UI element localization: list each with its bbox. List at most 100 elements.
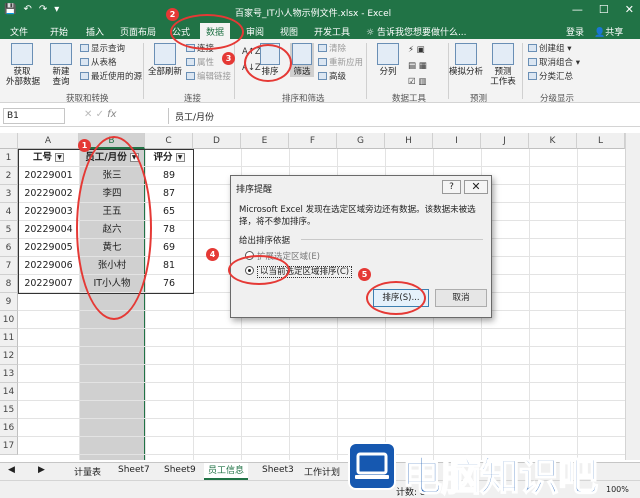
close-window-button[interactable]: ✕: [625, 3, 634, 16]
dialog-close-button[interactable]: ✕: [464, 180, 488, 194]
table-cell[interactable]: 78: [145, 221, 193, 239]
tab-developer[interactable]: 开发工具: [314, 25, 350, 38]
fx-icon[interactable]: ✕ ✓ fx: [84, 109, 117, 120]
sheet-tab[interactable]: Sheet3: [262, 465, 294, 475]
table-header-cell[interactable]: 员工/月份 ▼: [79, 149, 145, 167]
confirm-icon[interactable]: ✓: [96, 109, 108, 120]
row-header[interactable]: 2: [0, 167, 18, 185]
zoom-level[interactable]: 100%: [606, 485, 629, 494]
forecast-sheet-button[interactable]: 预测 工作表: [488, 43, 518, 87]
expand-selection-radio[interactable]: 扩展选定区域(E): [245, 250, 320, 262]
filter-dropdown-icon[interactable]: ▼: [129, 153, 139, 162]
row-header[interactable]: 6: [0, 239, 18, 257]
from-table-button[interactable]: 从表格: [80, 58, 117, 68]
formula-input[interactable]: 员工/月份: [168, 108, 636, 124]
maximize-button[interactable]: ☐: [599, 3, 609, 16]
row-header[interactable]: 9: [0, 293, 18, 311]
table-header-cell[interactable]: 评分 ▼: [145, 149, 193, 167]
login-link[interactable]: 登录: [566, 25, 584, 38]
table-cell[interactable]: 65: [145, 203, 193, 221]
what-if-analysis-button[interactable]: 模拟分析: [448, 43, 484, 77]
undo-icon[interactable]: ↶: [23, 4, 31, 15]
filter-dropdown-icon[interactable]: ▼: [55, 153, 64, 162]
redo-icon[interactable]: ↷: [39, 4, 47, 15]
sort-confirm-button[interactable]: 排序(S)...: [373, 289, 429, 307]
cancel-icon[interactable]: ✕: [84, 109, 96, 120]
row-header[interactable]: 11: [0, 329, 18, 347]
row-header[interactable]: 5: [0, 221, 18, 239]
flash-fill-icon[interactable]: ⚡ ▣: [408, 45, 425, 55]
row-header[interactable]: 8: [0, 275, 18, 293]
row-header[interactable]: 12: [0, 347, 18, 365]
column-header[interactable]: L: [577, 133, 625, 149]
column-header[interactable]: I: [433, 133, 481, 149]
connections-button[interactable]: 连接: [186, 44, 214, 54]
column-header[interactable]: C: [145, 133, 193, 149]
table-cell[interactable]: 李四: [79, 185, 145, 203]
recent-sources-button[interactable]: 最近使用的源: [80, 72, 142, 82]
minimize-button[interactable]: —: [572, 3, 583, 16]
column-header[interactable]: E: [241, 133, 289, 149]
help-button[interactable]: ?: [442, 180, 461, 194]
table-cell[interactable]: 王五: [79, 203, 145, 221]
column-header[interactable]: J: [481, 133, 529, 149]
column-header[interactable]: G: [337, 133, 385, 149]
table-cell[interactable]: IT小人物: [79, 275, 145, 293]
sheet-tab[interactable]: Sheet7: [118, 465, 150, 475]
share-button[interactable]: 👤共享: [594, 25, 623, 38]
tab-page-layout[interactable]: 页面布局: [120, 25, 156, 38]
reapply-button[interactable]: 重新应用: [318, 58, 363, 68]
table-cell[interactable]: 张三: [79, 167, 145, 185]
table-cell[interactable]: 20229003: [18, 203, 79, 221]
row-header[interactable]: 3: [0, 185, 18, 203]
column-header[interactable]: K: [529, 133, 577, 149]
table-cell[interactable]: 20229007: [18, 275, 79, 293]
tab-home[interactable]: 开始: [50, 25, 68, 38]
table-cell[interactable]: 87: [145, 185, 193, 203]
row-header[interactable]: 17: [0, 437, 18, 455]
table-cell[interactable]: 20229004: [18, 221, 79, 239]
select-all-corner[interactable]: [0, 133, 18, 149]
new-query-button[interactable]: 新建 查询: [46, 43, 76, 87]
table-cell[interactable]: 20229005: [18, 239, 79, 257]
table-cell[interactable]: 赵六: [79, 221, 145, 239]
name-box[interactable]: B1: [3, 108, 65, 124]
remove-duplicates-icon[interactable]: ▤ ▦: [408, 61, 427, 71]
clear-filter-button[interactable]: 清除: [318, 44, 346, 54]
column-header[interactable]: H: [385, 133, 433, 149]
table-cell[interactable]: 89: [145, 167, 193, 185]
current-selection-radio[interactable]: 以当前选定区域排序(C): [245, 265, 353, 278]
row-header[interactable]: 14: [0, 383, 18, 401]
vertical-scrollbar[interactable]: [625, 133, 640, 460]
row-header[interactable]: 16: [0, 419, 18, 437]
text-to-columns-button[interactable]: 分列: [374, 43, 402, 77]
column-header[interactable]: F: [289, 133, 337, 149]
table-cell[interactable]: 黄七: [79, 239, 145, 257]
sheet-tab[interactable]: 工作计划: [304, 465, 340, 478]
sheet-tab[interactable]: Sheet9: [164, 465, 196, 475]
get-external-data-button[interactable]: 获取 外部数据: [6, 43, 40, 87]
cancel-button[interactable]: 取消: [435, 289, 487, 307]
tab-view[interactable]: 视图: [280, 25, 298, 38]
column-header[interactable]: A: [18, 133, 79, 149]
edit-links-button[interactable]: 编辑链接: [186, 72, 231, 82]
tab-insert[interactable]: 插入: [86, 25, 104, 38]
advanced-filter-button[interactable]: 高级: [318, 72, 346, 82]
group-button[interactable]: 创建组 ▾: [528, 44, 571, 54]
row-header[interactable]: 15: [0, 401, 18, 419]
tab-review[interactable]: 审阅: [246, 25, 264, 38]
table-cell[interactable]: 20229006: [18, 257, 79, 275]
save-icon[interactable]: 💾: [4, 4, 16, 15]
table-cell[interactable]: 81: [145, 257, 193, 275]
ungroup-button[interactable]: 取消组合 ▾: [528, 58, 580, 68]
table-cell[interactable]: 张小村: [79, 257, 145, 275]
table-cell[interactable]: 69: [145, 239, 193, 257]
next-sheet-icon[interactable]: ▶: [38, 465, 45, 475]
row-header[interactable]: 1: [0, 149, 18, 167]
prev-sheet-icon[interactable]: ◀: [8, 465, 15, 475]
row-header[interactable]: 4: [0, 203, 18, 221]
column-header[interactable]: D: [193, 133, 241, 149]
sheet-tab-active[interactable]: 员工信息: [204, 463, 249, 480]
row-header[interactable]: 7: [0, 257, 18, 275]
show-query-button[interactable]: 显示查询: [80, 44, 125, 54]
